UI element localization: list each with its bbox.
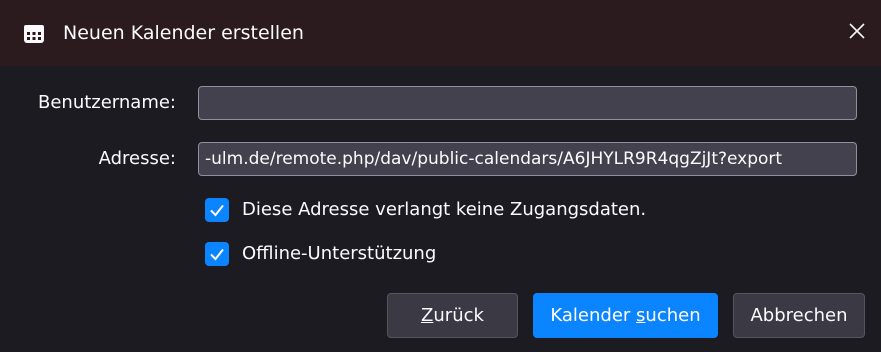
calendar-icon — [23, 24, 45, 44]
cancel-button[interactable]: Abbrechen — [733, 293, 865, 338]
title-bar: Neuen Kalender erstellen — [0, 0, 881, 66]
no-credentials-label: Diese Adresse verlangt keine Zugangsdate… — [242, 199, 647, 220]
search-calendars-button[interactable]: Kalender suchen — [533, 293, 718, 338]
username-field[interactable] — [198, 86, 857, 120]
back-button[interactable]: Zurück — [387, 293, 518, 338]
checkmark-icon — [210, 204, 224, 217]
back-access-key: Z — [421, 305, 434, 326]
back-label-rest: urück — [433, 305, 484, 326]
offline-support-label: Offline-Unterstützung — [242, 243, 437, 264]
no-credentials-checkbox[interactable] — [205, 198, 229, 222]
checkmark-icon — [210, 248, 224, 261]
offline-support-option[interactable]: Offline-Unterstützung — [205, 241, 436, 267]
address-field[interactable]: -ulm.de/remote.php/dav/public-calendars/… — [198, 142, 857, 176]
search-label-before: Kalender — [550, 305, 637, 326]
address-label: Adresse: — [98, 148, 176, 169]
no-credentials-option[interactable]: Diese Adresse verlangt keine Zugangsdate… — [205, 197, 646, 223]
new-calendar-dialog: Neuen Kalender erstellen Benutzername: A… — [0, 0, 881, 352]
search-access-key: s — [636, 305, 646, 326]
username-label: Benutzername: — [37, 92, 176, 113]
close-button[interactable] — [839, 15, 875, 51]
offline-support-checkbox[interactable] — [205, 242, 229, 266]
dialog-title: Neuen Kalender erstellen — [63, 22, 304, 44]
search-label-after: uchen — [645, 305, 701, 326]
close-icon — [848, 22, 866, 44]
